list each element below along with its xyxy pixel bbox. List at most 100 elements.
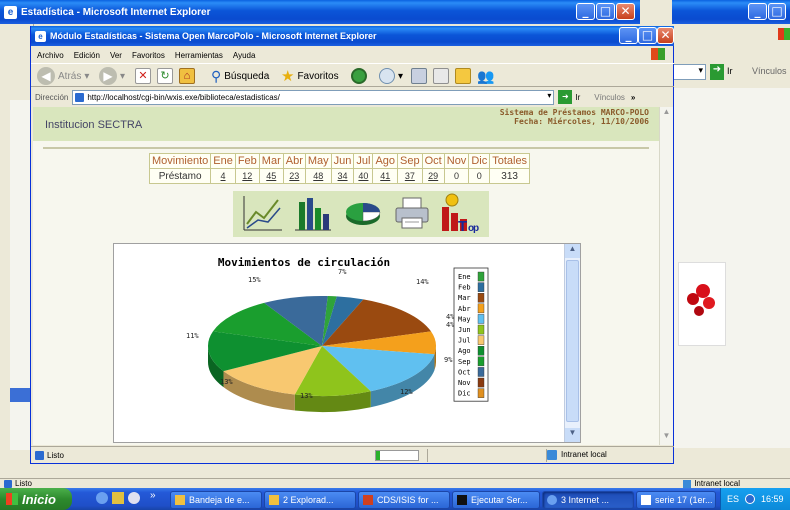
address-dropdown-icon[interactable]: ▾ bbox=[547, 91, 551, 100]
favorites-button[interactable]: ★ Favoritos bbox=[281, 66, 339, 86]
inner-close-button[interactable]: ✕ bbox=[657, 27, 674, 44]
cell-may[interactable]: 48 bbox=[304, 168, 332, 184]
folder-button[interactable] bbox=[455, 66, 471, 86]
menu-favoritos[interactable]: Favoritos bbox=[132, 51, 165, 60]
task-explorador-label: 2 Explorad... bbox=[283, 495, 334, 505]
cell-ene[interactable]: 4 bbox=[210, 168, 236, 184]
forward-button[interactable]: ▶ ▾ bbox=[99, 66, 125, 86]
stop-button[interactable]: ✕ bbox=[135, 66, 151, 86]
col-jul: Jul bbox=[353, 153, 374, 169]
history-button[interactable] bbox=[351, 66, 367, 86]
chart-scrollbar[interactable]: ▲ ▼ bbox=[564, 244, 580, 442]
outer-maximize-button[interactable]: □ bbox=[596, 3, 615, 20]
pie-chart-icon[interactable] bbox=[343, 198, 383, 231]
forward-dropdown-icon: ▾ bbox=[120, 70, 126, 82]
task-internet[interactable]: 3 Internet ... bbox=[542, 491, 634, 509]
pie-chart: Movimientos de circulación 7%14%4%4%9%12… bbox=[186, 256, 489, 412]
outer-minimize-button[interactable]: _ bbox=[576, 3, 595, 20]
cell-oct[interactable]: 29 bbox=[421, 168, 445, 184]
task-cds-isis-label: CDS/ISIS for ... bbox=[377, 495, 439, 505]
menu-archivo[interactable]: Archivo bbox=[37, 51, 64, 60]
cell-feb[interactable]: 12 bbox=[234, 168, 260, 184]
cell-jul[interactable]: 40 bbox=[353, 168, 374, 184]
search-button[interactable]: ⚲ Búsqueda bbox=[211, 66, 269, 86]
legend-swatch-jul bbox=[477, 335, 485, 345]
top-icon[interactable]: Top bbox=[440, 193, 480, 236]
legend-label-nov: Nov bbox=[458, 379, 471, 387]
scroll-up-button[interactable]: ▲ bbox=[565, 244, 580, 258]
network-tray-icon[interactable] bbox=[745, 494, 756, 504]
page-scroll-down-button[interactable]: ▼ bbox=[660, 431, 673, 445]
bar-chart-icon[interactable] bbox=[293, 194, 333, 235]
cell-sep[interactable]: 37 bbox=[397, 168, 423, 184]
legend-label-feb: Feb bbox=[458, 284, 471, 292]
slice-label: 13% bbox=[220, 378, 233, 386]
quick-launch-ie-icon[interactable] bbox=[96, 492, 108, 504]
scroll-thumb[interactable] bbox=[566, 260, 579, 422]
doc-task-icon bbox=[641, 495, 651, 505]
go-label[interactable]: Ir bbox=[575, 93, 580, 102]
clock[interactable]: 16:59 bbox=[761, 494, 784, 504]
task-explorador[interactable]: 2 Explorad... bbox=[264, 491, 356, 509]
favorites-star-icon: ★ bbox=[281, 68, 295, 85]
page-scroll-up-button[interactable]: ▲ bbox=[660, 107, 673, 121]
go-icon[interactable]: ➜ bbox=[558, 90, 573, 104]
back-button[interactable]: ◀ Atrás ▾ bbox=[37, 66, 89, 86]
print-button[interactable] bbox=[411, 66, 427, 86]
cell-ago[interactable]: 41 bbox=[372, 168, 399, 184]
outer-close-button[interactable]: ✕ bbox=[616, 3, 635, 20]
mail-task-icon bbox=[175, 495, 185, 505]
inner-title-bar[interactable]: e Módulo Estadísticas - Sistema Open Mar… bbox=[31, 26, 674, 46]
legend-swatch-ene bbox=[477, 271, 485, 282]
menu-bar: Archivo Edición Ver Favoritos Herramient… bbox=[37, 48, 265, 62]
scroll-down-button[interactable]: ▼ bbox=[565, 428, 580, 442]
menu-ver[interactable]: Ver bbox=[110, 51, 122, 60]
background-go-label[interactable]: Ir bbox=[727, 66, 733, 76]
task-ejecutar[interactable]: Ejecutar Ser... bbox=[452, 491, 540, 509]
institution-name: Institucion SECTRA bbox=[45, 119, 143, 131]
slice-label: 14% bbox=[416, 278, 429, 286]
task-cds-isis[interactable]: CDS/ISIS for ... bbox=[358, 491, 450, 509]
home-button[interactable]: ⌂ bbox=[179, 66, 195, 86]
cell-mar[interactable]: 45 bbox=[258, 168, 284, 184]
inner-maximize-button[interactable]: □ bbox=[638, 27, 657, 44]
links-chevron-icon[interactable]: » bbox=[631, 93, 635, 102]
quick-launch-more-icon[interactable]: » bbox=[150, 490, 156, 501]
language-indicator[interactable]: ES bbox=[727, 494, 739, 504]
quick-launch-media-icon[interactable] bbox=[128, 492, 140, 504]
line-chart-icon[interactable] bbox=[242, 194, 284, 235]
inner-minimize-button[interactable]: _ bbox=[619, 27, 638, 44]
background-links-label[interactable]: Vínculos bbox=[752, 66, 787, 76]
start-button[interactable]: Inicio bbox=[0, 488, 72, 510]
zone-icon bbox=[547, 450, 557, 460]
menu-edicion[interactable]: Edición bbox=[74, 51, 100, 60]
cmd-task-icon bbox=[457, 495, 467, 505]
cell-jun[interactable]: 34 bbox=[330, 168, 355, 184]
background-minimize-button[interactable]: _ bbox=[748, 3, 767, 20]
background-go-icon[interactable]: ➜ bbox=[710, 64, 724, 80]
background-maximize-button[interactable]: □ bbox=[768, 3, 786, 20]
background-address-dropdown[interactable]: ▾ bbox=[672, 64, 706, 80]
cell-abr[interactable]: 23 bbox=[282, 168, 306, 184]
task-serie[interactable]: serie 17 (1er... bbox=[636, 491, 716, 509]
quick-launch-desktop-icon[interactable] bbox=[112, 492, 124, 504]
address-input[interactable]: http://localhost/cgi-bin/wxis.exe/biblio… bbox=[72, 89, 555, 105]
edit-button[interactable] bbox=[433, 66, 449, 86]
printer-icon[interactable] bbox=[393, 196, 431, 233]
cell-totales: 313 bbox=[489, 168, 531, 184]
task-bandeja[interactable]: Bandeja de e... bbox=[170, 491, 262, 509]
windows-start-icon bbox=[6, 493, 18, 505]
mail-button[interactable]: ▾ bbox=[379, 66, 403, 86]
menu-ayuda[interactable]: Ayuda bbox=[233, 51, 256, 60]
links-label[interactable]: Vínculos bbox=[594, 93, 625, 102]
background-window: _ □ ▾ ➜ Ir Vínculos bbox=[672, 0, 790, 460]
outer-title-bar[interactable]: e Estadística - Microsoft Internet Explo… bbox=[0, 0, 640, 24]
legend-swatch-abr bbox=[477, 303, 485, 314]
legend-label-mar: Mar bbox=[458, 294, 471, 302]
messenger-button[interactable]: 👥 bbox=[477, 66, 494, 86]
legend-label-sep: Sep bbox=[458, 358, 471, 366]
menu-herramientas[interactable]: Herramientas bbox=[175, 51, 223, 60]
page-scrollbar[interactable]: ▲ ▼ bbox=[659, 107, 673, 445]
refresh-button[interactable]: ↻ bbox=[157, 66, 173, 86]
inner-status-bar: Listo Intranet local bbox=[31, 446, 674, 463]
